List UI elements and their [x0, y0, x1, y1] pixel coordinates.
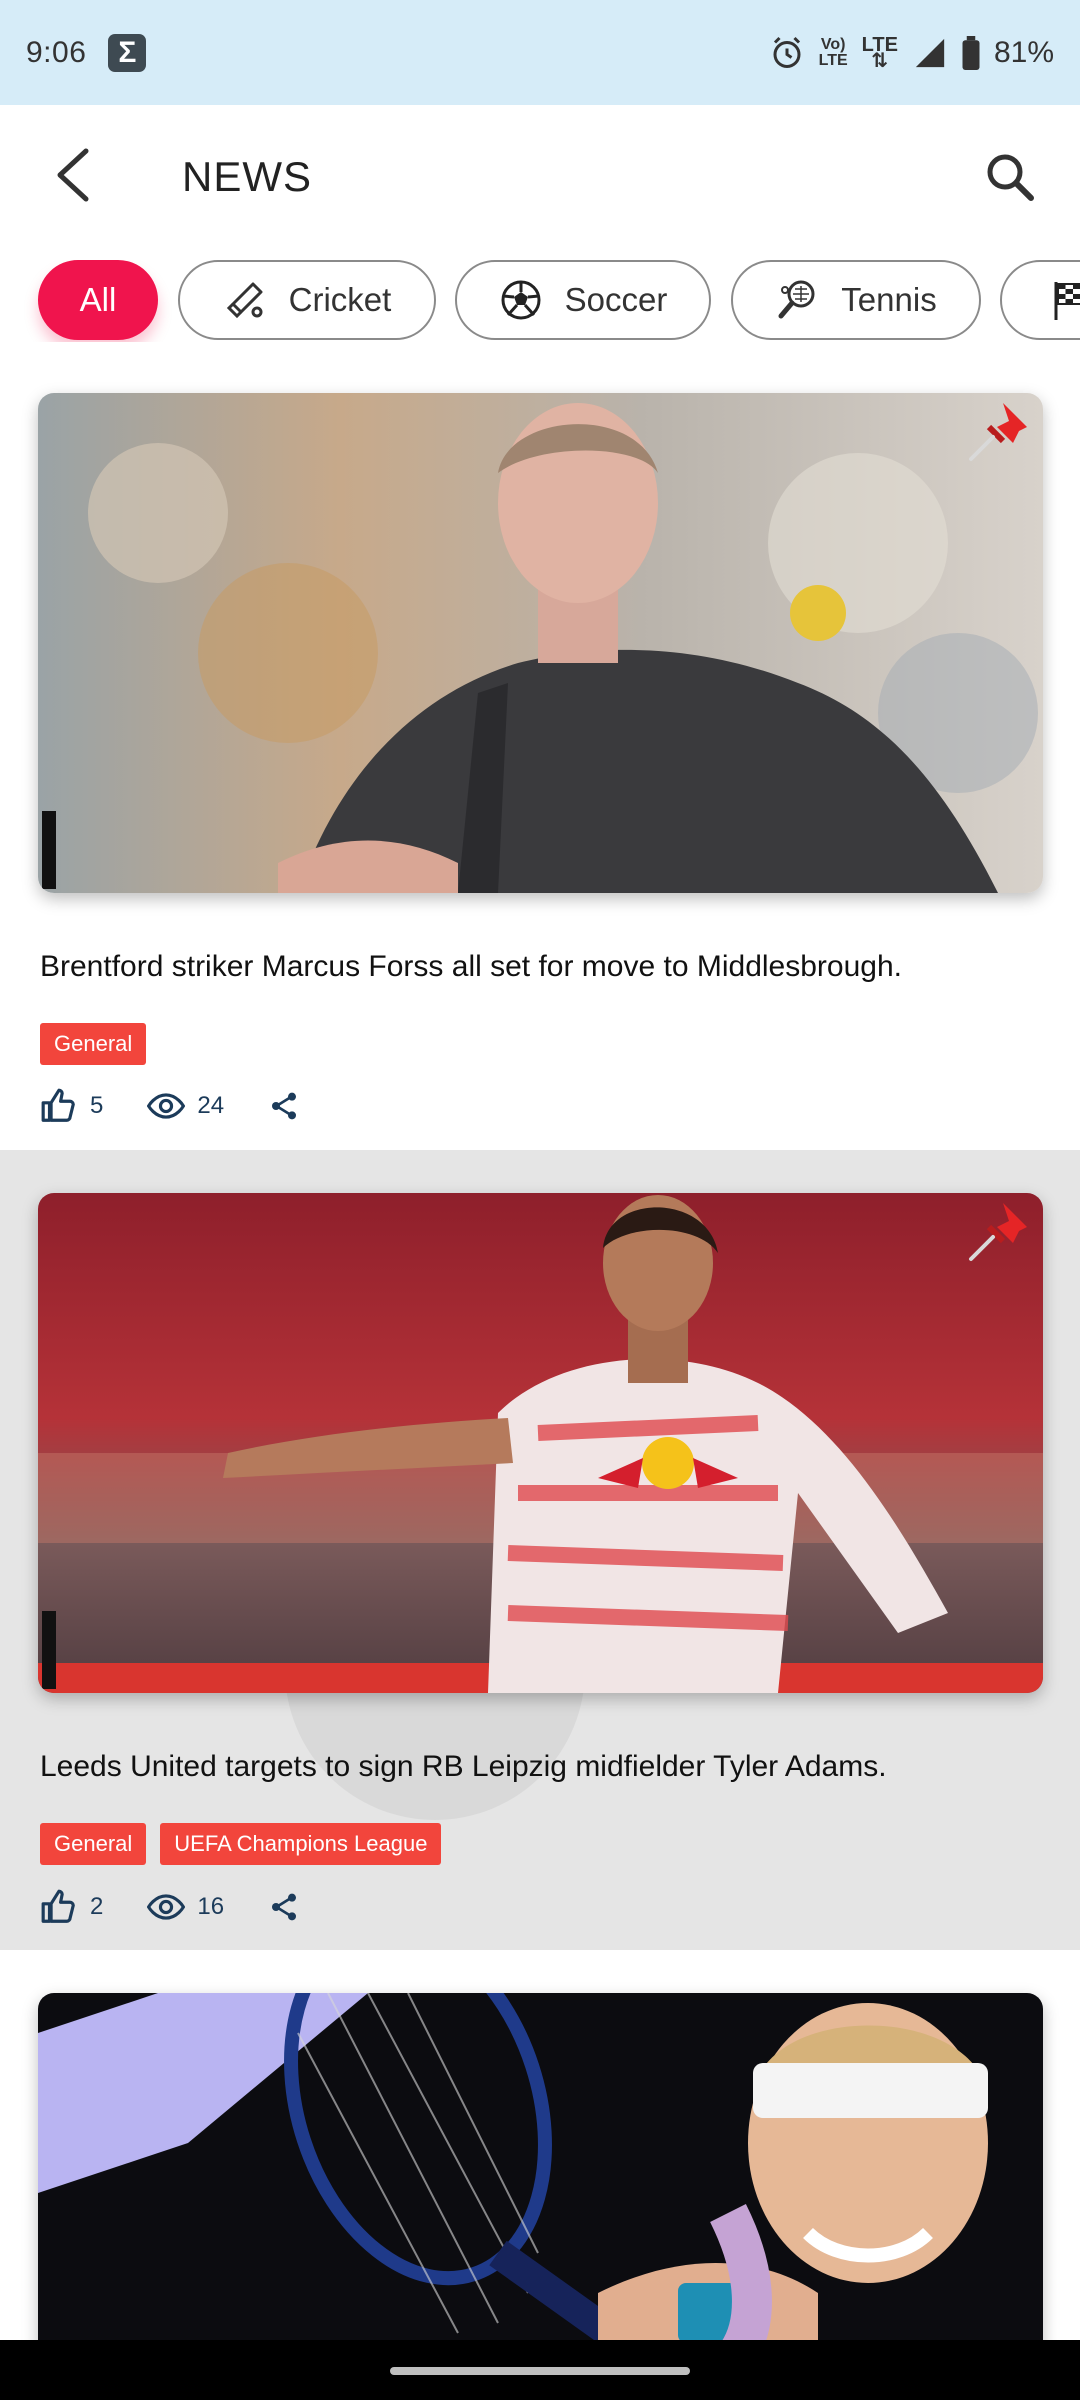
views-count: 16 — [197, 1893, 225, 1920]
news-image[interactable] — [38, 393, 1043, 893]
news-image[interactable] — [38, 1193, 1043, 1693]
chip-tennis[interactable]: Tennis — [731, 260, 981, 340]
battery-icon — [962, 35, 980, 70]
chip-soccer[interactable]: Soccer — [455, 260, 711, 340]
chip-label: All — [79, 281, 117, 318]
status-time: 9:06 — [26, 35, 87, 69]
volte-indicator: Vo) LTE — [818, 35, 848, 69]
home-gesture-handle[interactable] — [390, 2367, 690, 2375]
tag[interactable]: General — [40, 1823, 147, 1865]
news-meta: 2 16 — [40, 1888, 300, 1926]
news-card[interactable] — [0, 1950, 1080, 2353]
lte-indicator: LTE ⇅ — [861, 33, 898, 72]
news-card[interactable]: Brentford striker Marcus Forss all set f… — [0, 365, 1080, 1150]
app-header: NEWS — [0, 105, 1080, 250]
news-headline[interactable]: Brentford striker Marcus Forss all set f… — [40, 950, 902, 984]
share-icon[interactable] — [268, 1891, 300, 1923]
eye-icon — [147, 1894, 186, 1920]
status-icons: Vo) LTE LTE ⇅ 81% — [769, 35, 1054, 71]
cricket-bat-icon — [226, 282, 263, 319]
news-card[interactable]: Leeds United targets to sign RB Leipzig … — [0, 1150, 1080, 1950]
chip-cricket[interactable]: Cricket — [178, 260, 436, 340]
news-photo-soccer-player — [38, 393, 1043, 893]
thumbs-up-icon[interactable] — [40, 1087, 78, 1125]
checkered-flag-icon — [1054, 282, 1080, 320]
news-photo-tennis-player — [38, 1993, 1043, 2353]
soccer-ball-icon — [501, 280, 541, 320]
status-bar: 9:06 Σ Vo) LTE LTE ⇅ 81% — [0, 0, 1080, 105]
signal-icon — [915, 38, 945, 67]
news-headline[interactable]: Leeds United targets to sign RB Leipzig … — [40, 1750, 887, 1784]
views-count: 24 — [197, 1092, 225, 1119]
news-tags: General UEFA Champions League — [40, 1823, 442, 1865]
news-meta: 5 24 — [40, 1087, 300, 1125]
photo-watermark — [42, 811, 56, 889]
photo-watermark — [42, 1611, 56, 1689]
chip-label: Tennis — [841, 281, 937, 318]
likes-count: 2 — [90, 1893, 104, 1920]
tennis-racket-icon — [778, 280, 815, 319]
chevron-left-icon[interactable] — [48, 145, 98, 205]
eye-icon — [147, 1093, 186, 1119]
news-tags: General — [40, 1023, 147, 1065]
chip-label: Soccer — [564, 281, 668, 318]
chip-motorsport[interactable] — [1000, 260, 1080, 340]
pin-icon[interactable] — [963, 1197, 1033, 1267]
alarm-icon — [773, 36, 801, 68]
thumbs-up-icon[interactable] — [40, 1888, 78, 1926]
news-image[interactable] — [38, 1993, 1043, 2353]
likes-count: 5 — [90, 1092, 104, 1119]
category-chips: All Cricket Soccer Tennis — [0, 260, 1080, 342]
share-icon[interactable] — [268, 1090, 300, 1122]
chip-all[interactable]: All — [38, 260, 158, 340]
navigation-bar — [0, 2340, 1080, 2400]
pin-icon[interactable] — [963, 397, 1033, 467]
search-icon[interactable] — [984, 151, 1036, 203]
tag[interactable]: UEFA Champions League — [160, 1823, 442, 1865]
sigma-icon: Σ — [108, 33, 147, 72]
tag[interactable]: General — [40, 1023, 147, 1065]
page-title: NEWS — [182, 153, 312, 200]
battery-level: 81% — [993, 35, 1054, 69]
chip-label: Cricket — [288, 281, 392, 318]
news-photo-soccer-player — [38, 1193, 1043, 1693]
